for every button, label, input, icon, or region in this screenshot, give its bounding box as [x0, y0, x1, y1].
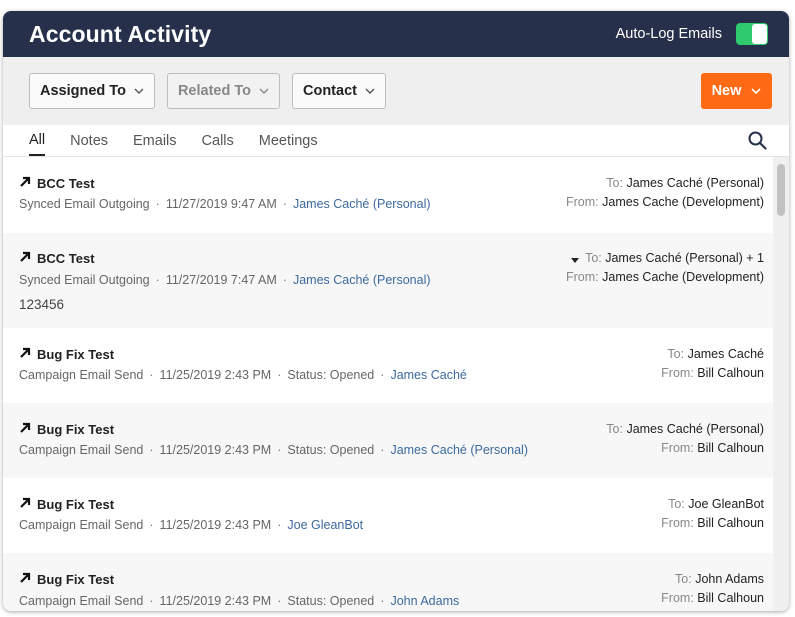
activity-contact-link[interactable]: James Caché (Personal) — [293, 197, 431, 211]
activity-to: To: James Caché (Personal) — [606, 176, 764, 190]
activity-subject-text: Bug Fix Test — [37, 422, 115, 437]
auto-log-toggle[interactable] — [736, 23, 768, 45]
activity-datetime: 11/27/2019 9:47 AM — [165, 197, 277, 211]
chevron-down-icon — [365, 88, 375, 94]
activity-meta: Synced Email Outgoing · 11/27/2019 7:47 AM… — [19, 273, 431, 287]
activity-tabs: All Notes Emails Calls Meetings — [3, 125, 789, 157]
activity-meta: Campaign Email Send · 11/25/2019 2:43 PM · S… — [19, 594, 460, 608]
chevron-down-icon — [259, 88, 269, 94]
activity-body: 123456 — [19, 297, 65, 312]
activity-datetime: 11/25/2019 2:43 PM — [159, 443, 272, 457]
activity-subject: Bug Fix Test — [19, 347, 114, 362]
activity-subject: Bug Fix Test — [19, 422, 114, 437]
activity-to: To: Joe GleanBot — [668, 497, 764, 511]
outgoing-arrow-icon — [19, 251, 31, 266]
activity-type: Synced Email Outgoing — [19, 273, 150, 287]
activity-subject-text: Bug Fix Test — [37, 347, 115, 362]
related-to-dropdown[interactable]: Related To — [166, 73, 280, 109]
activity-meta: Campaign Email Send · 11/25/2019 2:43 PM · J… — [19, 518, 364, 532]
activity-subject-text: Bug Fix Test — [37, 572, 115, 587]
outgoing-arrow-icon — [19, 572, 31, 587]
tab-meetings[interactable]: Meetings — [259, 125, 318, 156]
activity-subject: BCC Test — [19, 251, 95, 266]
activity-from: From: James Cache (Development) — [566, 195, 764, 209]
list-item[interactable]: Bug Fix Test Campaign Email Send · 11/25/2… — [3, 553, 773, 611]
list-item[interactable]: Bug Fix Test Campaign Email Send · 11/25/2… — [3, 478, 773, 553]
tab-calls[interactable]: Calls — [202, 125, 234, 156]
outgoing-arrow-icon — [19, 176, 31, 191]
activity-meta: Synced Email Outgoing · 11/27/2019 9:47 AM… — [19, 197, 431, 211]
activity-contact-link[interactable]: James Caché — [390, 368, 466, 382]
activity-subject-text: BCC Test — [37, 251, 95, 266]
tab-notes[interactable]: Notes — [70, 125, 108, 156]
activity-from: From: Bill Calhoun — [661, 516, 764, 530]
contact-dropdown[interactable]: Contact — [291, 73, 386, 109]
chevron-down-icon — [134, 88, 144, 94]
assigned-to-label: Assigned To — [40, 83, 126, 99]
outgoing-arrow-icon — [19, 497, 31, 512]
account-activity-panel: Account Activity Auto-Log Emails Assigne… — [3, 11, 789, 611]
auto-log-control: Auto-Log Emails — [616, 23, 768, 45]
activity-to: To: James Caché (Personal) + 1 — [571, 251, 764, 266]
auto-log-label: Auto-Log Emails — [615, 26, 722, 42]
activity-subject: BCC Test — [19, 176, 95, 191]
panel-title: Account Activity — [29, 20, 212, 47]
activity-subject-text: BCC Test — [37, 176, 95, 191]
list-item[interactable]: Bug Fix Test Campaign Email Send · 11/25/2… — [3, 403, 773, 478]
new-button[interactable]: New — [701, 73, 772, 109]
chevron-down-icon — [751, 88, 761, 94]
activity-from: From: Bill Calhoun — [661, 591, 764, 605]
activity-from: From: James Cache (Development) — [566, 270, 764, 284]
filter-bar: Assigned To Related To Contact New — [3, 57, 789, 125]
activity-to: To: James Caché (Personal) — [606, 422, 764, 436]
list-item[interactable]: BCC Test Synced Email Outgoing · 11/27/201… — [3, 233, 773, 328]
tab-all[interactable]: All — [29, 125, 46, 156]
activity-from: From: Bill Calhoun — [661, 366, 764, 380]
outgoing-arrow-icon — [19, 347, 31, 362]
activity-contact-link[interactable]: John Adams — [390, 594, 459, 608]
activity-subject: Bug Fix Test — [19, 572, 114, 587]
activity-status: Status: Opened — [287, 368, 375, 382]
scrollbar[interactable] — [773, 157, 789, 611]
activity-status: Status: Opened — [287, 443, 375, 457]
activity-contact-link[interactable]: Joe GleanBot — [287, 518, 363, 532]
activity-status: Status: Opened — [287, 594, 375, 608]
activity-type: Campaign Email Send — [19, 594, 144, 608]
activity-datetime: 11/27/2019 7:47 AM — [165, 273, 277, 287]
activity-to: To: John Adams — [675, 572, 764, 586]
activity-subject: Bug Fix Test — [19, 497, 114, 512]
assigned-to-dropdown[interactable]: Assigned To — [29, 73, 155, 109]
list-item[interactable]: BCC Test Synced Email Outgoing · 11/27/201… — [3, 157, 773, 233]
activity-datetime: 11/25/2019 2:43 PM — [159, 518, 272, 532]
expand-recipients-icon[interactable] — [571, 252, 580, 266]
activity-type: Campaign Email Send — [19, 518, 144, 532]
tab-emails[interactable]: Emails — [133, 125, 177, 156]
activity-meta: Campaign Email Send · 11/25/2019 2:43 PM · S… — [19, 443, 528, 457]
activity-subject-text: Bug Fix Test — [37, 497, 115, 512]
activity-contact-link[interactable]: James Caché (Personal) — [390, 443, 528, 457]
panel-header: Account Activity Auto-Log Emails — [3, 11, 789, 57]
related-to-label: Related To — [177, 83, 251, 99]
activity-type: Synced Email Outgoing — [19, 197, 150, 211]
activity-to: To: James Caché — [667, 347, 764, 361]
activity-list: BCC Test Synced Email Outgoing · 11/27/201… — [3, 157, 773, 611]
contact-label: Contact — [302, 83, 357, 99]
new-button-label: New — [711, 83, 742, 99]
activity-from: From: Bill Calhoun — [661, 441, 764, 455]
activity-type: Campaign Email Send — [19, 368, 144, 382]
list-item[interactable]: Bug Fix Test Campaign Email Send · 11/25/2… — [3, 328, 773, 403]
activity-contact-link[interactable]: James Caché (Personal) — [293, 273, 431, 287]
activity-type: Campaign Email Send — [19, 443, 144, 457]
activity-meta: Campaign Email Send · 11/25/2019 2:43 PM · S… — [19, 368, 467, 382]
activity-datetime: 11/25/2019 2:43 PM — [159, 368, 272, 382]
search-icon[interactable] — [748, 131, 767, 155]
activity-datetime: 11/25/2019 2:43 PM — [159, 594, 272, 608]
scrollbar-thumb[interactable] — [777, 164, 785, 216]
toggle-knob — [752, 24, 767, 44]
outgoing-arrow-icon — [19, 422, 31, 437]
